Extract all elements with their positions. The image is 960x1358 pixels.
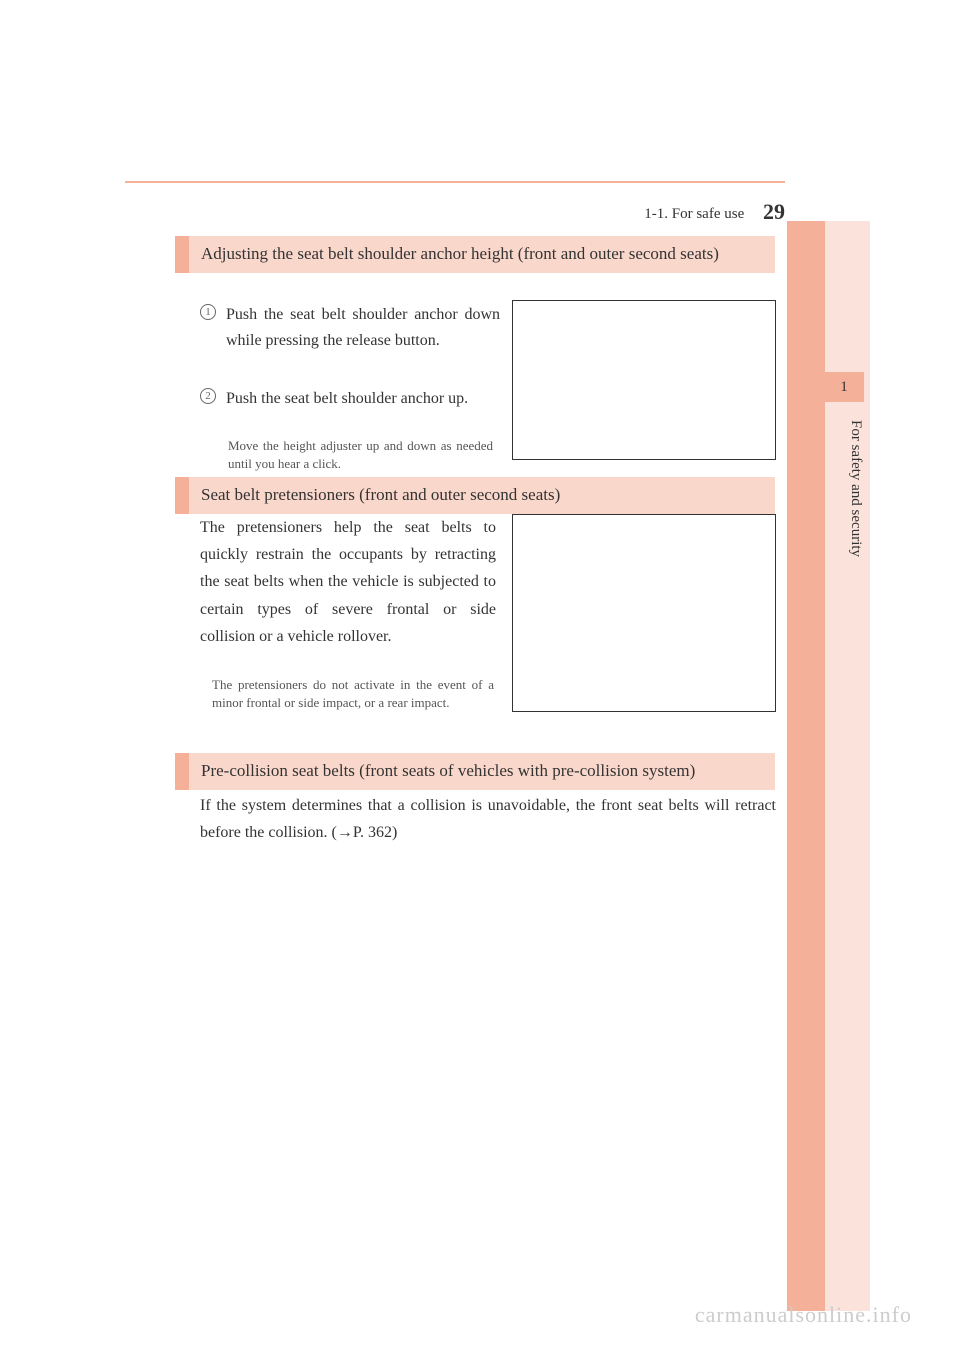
list-item-2-subnote: Move the height adjuster up and down as … (228, 437, 493, 473)
section-2-para: The pretensioners help the seat belts to… (200, 514, 496, 650)
section-heading-1: Adjusting the seat belt shoulder anchor … (175, 236, 775, 273)
section-heading-2-text: Seat belt pretensioners (front and outer… (189, 477, 775, 514)
side-tab-title: For safety and security (824, 420, 864, 557)
page-number-text: 29 (763, 199, 785, 224)
section-heading-1-text: Adjusting the seat belt shoulder anchor … (189, 236, 775, 273)
list-item-1: 1 Push the seat belt shoulder anchor dow… (200, 302, 500, 353)
section-heading-2: Seat belt pretensioners (front and outer… (175, 477, 775, 514)
section-label-text: 1-1. For safe use (644, 206, 744, 222)
list-item-1-text: Push the seat belt shoulder anchor down … (226, 302, 500, 353)
section-3-para: If the system determines that a collisio… (200, 792, 776, 846)
section-accent-bar (175, 236, 189, 273)
circled-number-icon: 1 (200, 304, 216, 320)
side-tab-inner (787, 221, 825, 1311)
section-2-subnote: The pretensioners do not activate in the… (212, 676, 494, 712)
side-tab-chapter: 1 (824, 372, 864, 402)
illustration-placeholder-2 (512, 514, 776, 712)
section-accent-bar (175, 477, 189, 514)
section-heading-3-text: Pre-collision seat belts (front seats of… (189, 753, 775, 790)
list-item-2: 2 Push the seat belt shoulder anchor up. (200, 386, 500, 412)
list-item-2-text: Push the seat belt shoulder anchor up. (226, 386, 468, 412)
header-rule (125, 181, 785, 183)
watermark-text: carmanualsonline.info (0, 1302, 960, 1328)
circled-number-icon: 2 (200, 388, 216, 404)
header-section-label: 1-1. For safe use 29 (500, 198, 785, 224)
section-accent-bar (175, 753, 189, 790)
section-heading-3: Pre-collision seat belts (front seats of… (175, 753, 775, 790)
illustration-placeholder-1 (512, 300, 776, 460)
